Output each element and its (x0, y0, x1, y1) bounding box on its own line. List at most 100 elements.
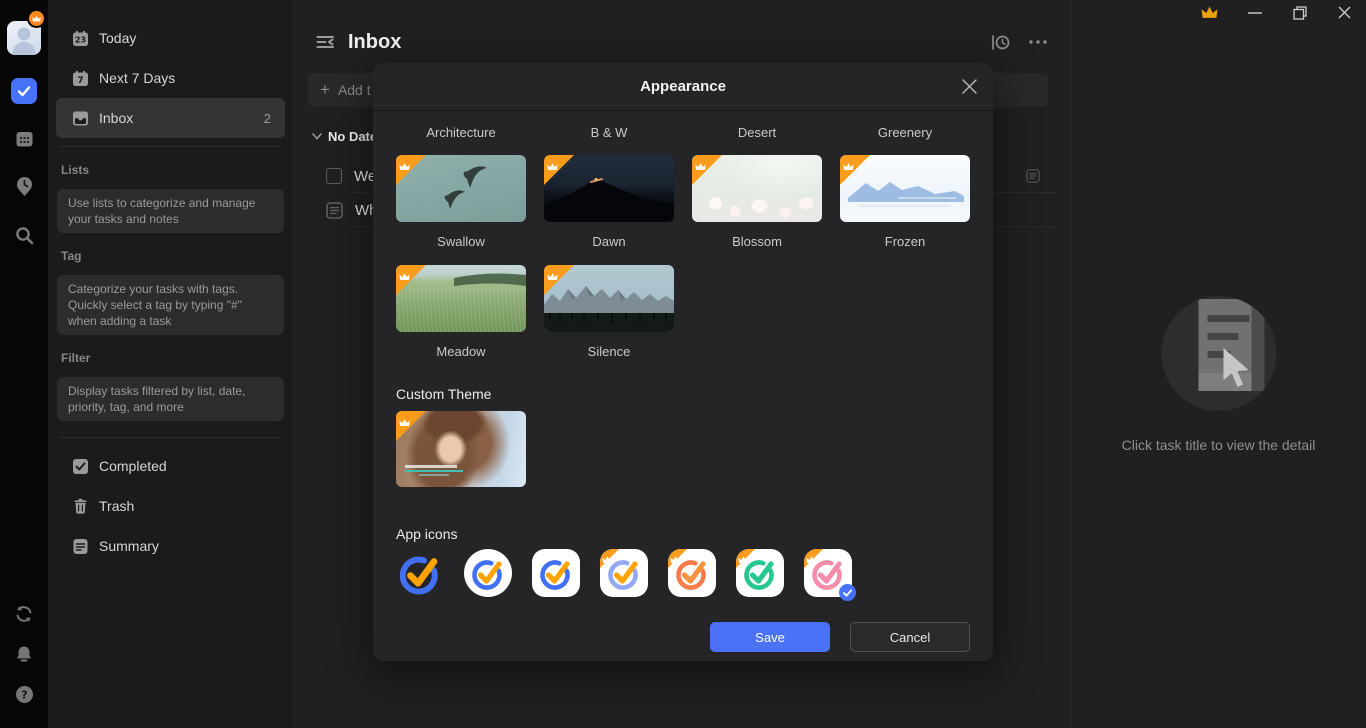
cursor-arrow-icon (1219, 348, 1259, 392)
section-label-filter[interactable]: Filter (61, 351, 292, 365)
notifications-bell-icon[interactable] (14, 644, 34, 664)
task-checkbox[interactable] (326, 168, 342, 184)
count-badge: 2 (264, 111, 271, 126)
theme-label: Frozen (840, 235, 970, 249)
sidebar-item-inbox[interactable]: Inbox 2 (56, 98, 285, 138)
more-options-icon[interactable] (1028, 32, 1048, 52)
empty-state-illustration (1161, 296, 1276, 411)
sidebar-item-label: Trash (99, 498, 134, 514)
nav-tasks-icon[interactable] (11, 78, 37, 104)
nav-pomo-icon[interactable] (14, 176, 34, 196)
crown-icon (547, 158, 558, 176)
app-icon-green[interactable] (736, 549, 784, 597)
close-window-button[interactable] (1336, 4, 1353, 21)
selected-check-badge (839, 584, 856, 601)
theme-card-dawn: Dawn (544, 155, 674, 249)
app-window: ? 23 Today7 Next 7 Days Inbox2 ListsUse … (0, 0, 1366, 728)
sidebar-item-label: Today (99, 30, 136, 46)
crown-icon (843, 158, 854, 176)
theme-card-silence: Silence (544, 265, 674, 359)
cancel-button[interactable]: Cancel (850, 622, 970, 652)
calendar-today-icon: 23 (72, 30, 89, 47)
user-avatar[interactable] (7, 21, 41, 55)
nav-calendar-icon[interactable] (14, 128, 34, 148)
app-icon-periwinkle[interactable] (600, 549, 648, 597)
section-label-lists[interactable]: Lists (61, 163, 292, 177)
appearance-dialog: Appearance ArchitectureB & WDesertGreene… (373, 63, 993, 661)
sync-icon[interactable] (14, 604, 34, 624)
sidebar-item-label: Summary (99, 538, 159, 554)
add-task-placeholder: Add t (338, 82, 371, 98)
section-hint-lists: Use lists to categorize and manage your … (57, 189, 284, 233)
sidebar-item-label: Next 7 Days (99, 70, 175, 86)
theme-label: Desert (692, 125, 822, 140)
trash-icon (72, 498, 89, 515)
save-button[interactable]: Save (710, 622, 830, 652)
theme-thumbnail-dawn[interactable] (544, 155, 674, 222)
crown-icon (399, 268, 410, 286)
theme-label: Meadow (396, 345, 526, 359)
theme-card-blossom: Blossom (692, 155, 822, 249)
sidebar-item-completed[interactable]: Completed (56, 446, 285, 486)
pomo-timer-icon[interactable] (990, 32, 1010, 52)
sidebar-item-trash[interactable]: Trash (56, 486, 285, 526)
section-hint-tag: Categorize your tasks with tags. Quickly… (57, 275, 284, 335)
theme-label: Architecture (396, 125, 526, 140)
inbox-icon (72, 110, 89, 127)
crown-icon (399, 414, 410, 432)
page-title: Inbox (348, 31, 401, 54)
app-icon-white-circle[interactable] (464, 549, 512, 597)
minimize-button[interactable] (1246, 4, 1263, 21)
custom-theme-thumbnail[interactable] (396, 411, 526, 487)
custom-theme-label: Custom Theme (396, 386, 970, 402)
summary-icon (72, 538, 89, 555)
note-icon (326, 202, 343, 219)
section-hint-filter: Display tasks filtered by list, date, pr… (57, 377, 284, 421)
divider (60, 146, 280, 147)
close-dialog-icon[interactable] (961, 78, 978, 95)
svg-text:?: ? (21, 688, 27, 701)
theme-thumbnail-blossom[interactable] (692, 155, 822, 222)
note-icon (1026, 169, 1040, 183)
crown-icon (547, 268, 558, 286)
divider (60, 437, 280, 438)
detail-panel: Click task title to view the detail (1070, 0, 1366, 728)
premium-crown-icon[interactable] (1201, 4, 1218, 21)
help-icon[interactable]: ? (14, 684, 34, 704)
crown-icon (695, 158, 706, 176)
photo-watermark (405, 465, 463, 476)
theme-card-frozen: Frozen (840, 155, 970, 249)
restore-window-button[interactable] (1291, 4, 1308, 21)
section-label-tag[interactable]: Tag (61, 249, 292, 263)
theme-label: Silence (544, 345, 674, 359)
theme-card-meadow: Meadow (396, 265, 526, 359)
theme-label: Greenery (840, 125, 970, 140)
crown-icon (399, 158, 410, 176)
collapse-sidebar-icon[interactable] (315, 32, 335, 52)
theme-label: Dawn (544, 235, 674, 249)
group-header-no-date[interactable]: No Date (312, 129, 377, 144)
left-rail: ? (0, 0, 48, 728)
sidebar-item-next-7-days[interactable]: 7 Next 7 Days (56, 58, 285, 98)
nav-search-icon[interactable] (14, 225, 34, 245)
svg-text:23: 23 (75, 35, 86, 44)
app-icon-pink[interactable] (804, 549, 852, 597)
theme-label: Blossom (692, 235, 822, 249)
theme-thumbnail-meadow[interactable] (396, 265, 526, 332)
sidebar: 23 Today7 Next 7 Days Inbox2 ListsUse li… (48, 0, 292, 728)
theme-card-swallow: Swallow (396, 155, 526, 249)
calendar-7-icon: 7 (72, 70, 89, 87)
sidebar-item-label: Inbox (99, 110, 133, 126)
theme-thumbnail-frozen[interactable] (840, 155, 970, 222)
sidebar-item-today[interactable]: 23 Today (56, 18, 285, 58)
app-icon-white-square[interactable] (532, 549, 580, 597)
premium-crown-badge (29, 11, 44, 26)
dialog-title: Appearance (640, 78, 726, 95)
theme-thumbnail-swallow[interactable] (396, 155, 526, 222)
sidebar-item-summary[interactable]: Summary (56, 526, 285, 566)
empty-state-text: Click task title to view the detail (1071, 437, 1366, 453)
theme-thumbnail-silence[interactable] (544, 265, 674, 332)
app-icon-classic[interactable] (396, 549, 444, 597)
sidebar-item-label: Completed (99, 458, 167, 474)
app-icon-sunset[interactable] (668, 549, 716, 597)
